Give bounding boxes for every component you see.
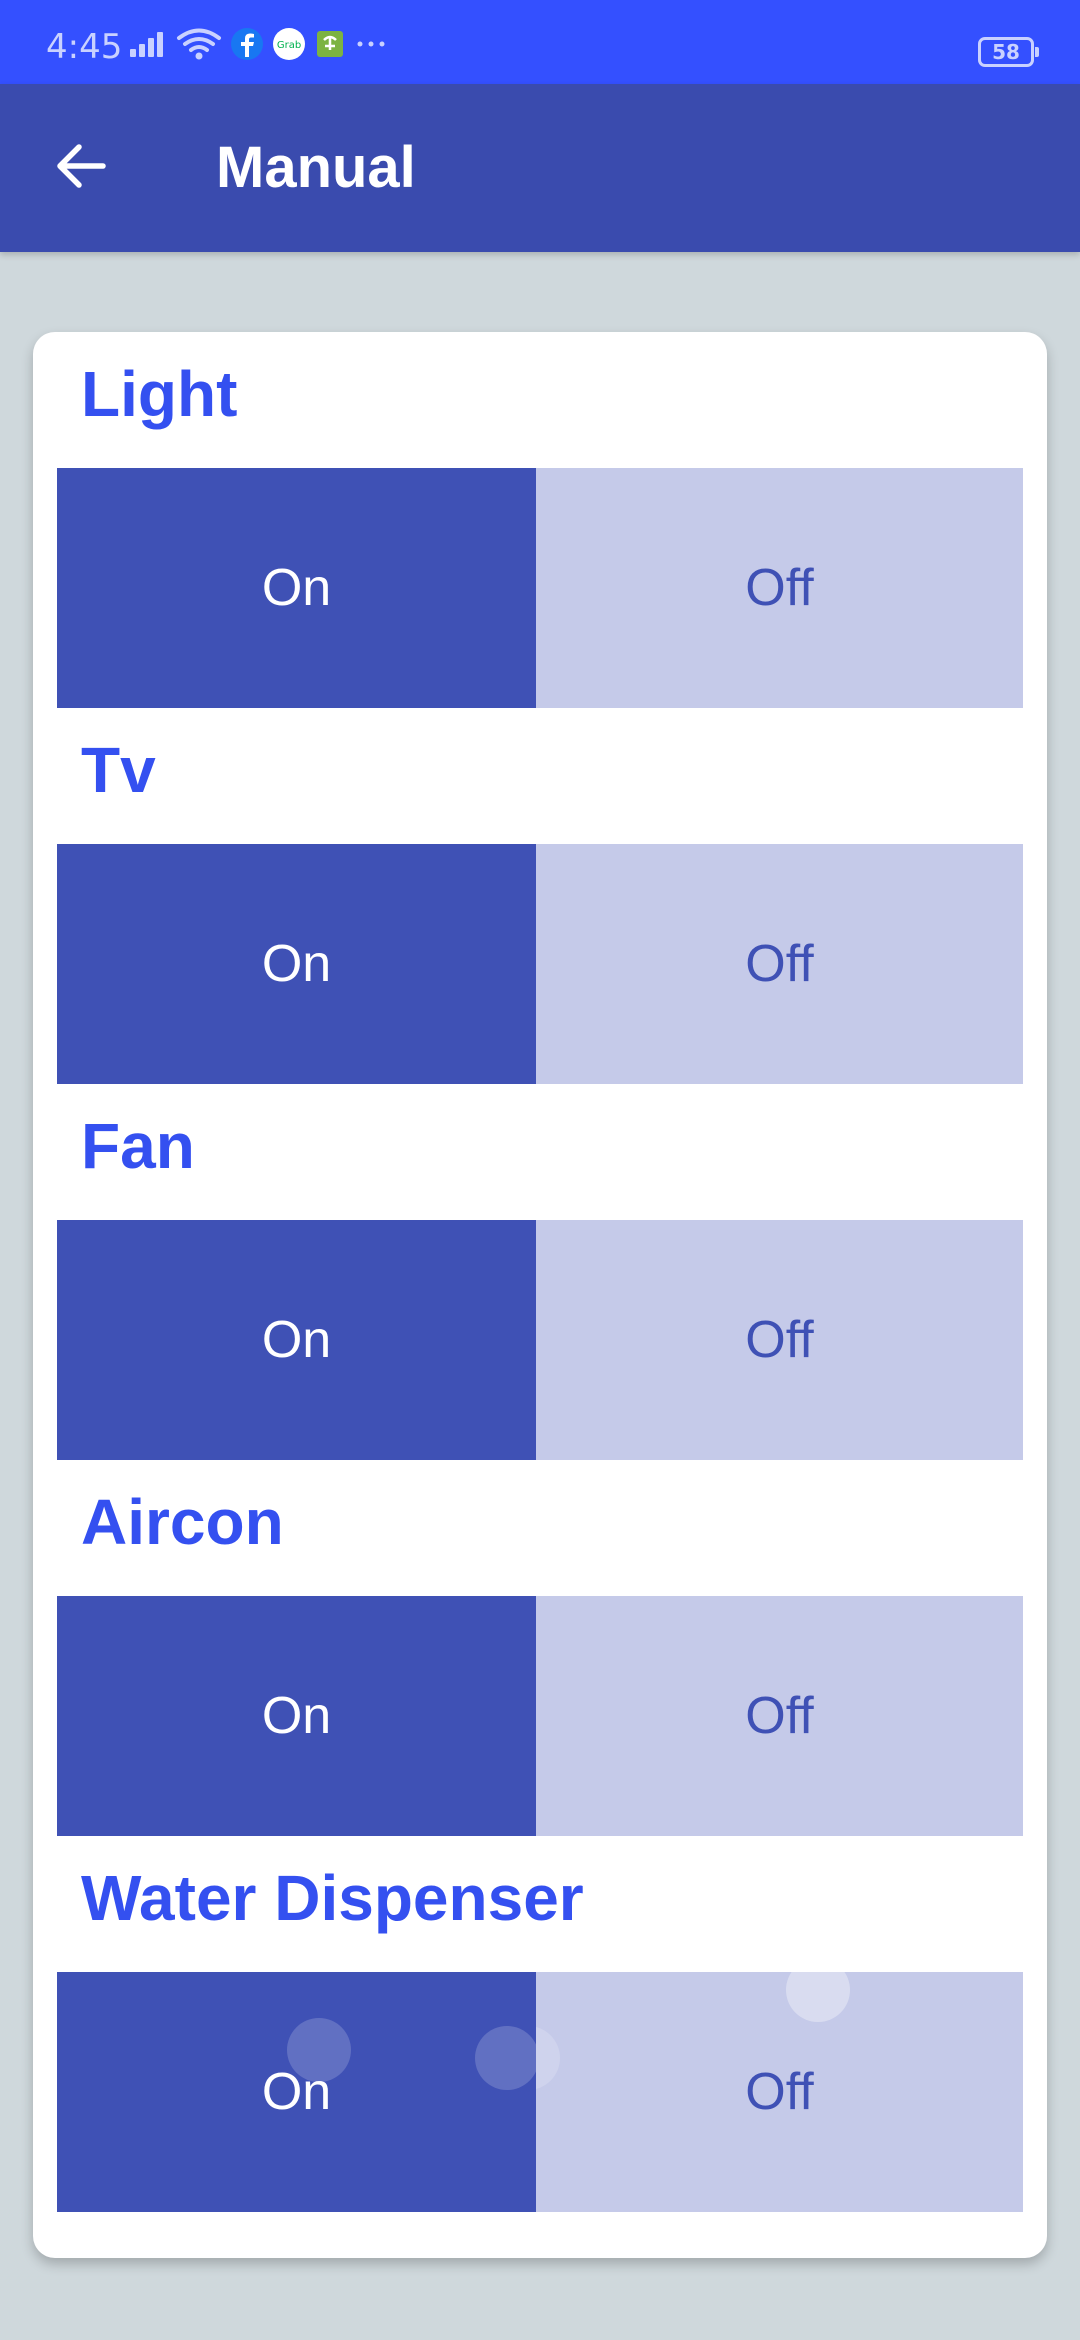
battery-indicator: 58 [978, 37, 1039, 67]
off-label: Off [745, 935, 814, 993]
device-light: Light On Off [57, 332, 1023, 708]
off-label: Off [745, 2063, 814, 2121]
off-button[interactable]: Off [536, 1596, 1023, 1836]
device-title: Fan [81, 1110, 195, 1182]
status-time: 4:45 [46, 27, 123, 67]
on-button[interactable]: On [57, 844, 536, 1084]
on-button[interactable]: On [57, 468, 536, 708]
on-button[interactable]: On [57, 1220, 536, 1460]
off-button[interactable]: Off [536, 468, 1023, 708]
app-notification-icon [316, 30, 344, 58]
page-title: Manual [216, 135, 416, 200]
off-label: Off [745, 1687, 814, 1745]
off-button[interactable]: Off [536, 844, 1023, 1084]
device-tv: Tv On Off [57, 708, 1023, 1084]
device-fan: Fan On Off [57, 1084, 1023, 1460]
device-aircon: Aircon On Off [57, 1460, 1023, 1836]
back-button[interactable] [40, 128, 120, 208]
on-label: On [261, 935, 332, 993]
device-title: Light [81, 358, 238, 430]
on-label: On [261, 559, 332, 617]
toggle-group: On Off [57, 1220, 1023, 1460]
touch-ripple [536, 2026, 560, 2090]
toggle-group: On Off [57, 1596, 1023, 1836]
toggle-group: On Off [57, 1972, 1023, 2212]
status-bar: 4:45 Grab 58 [0, 0, 1080, 84]
on-label: On [261, 1311, 332, 1369]
off-label: Off [745, 1311, 814, 1369]
off-button[interactable]: Off [536, 1220, 1023, 1460]
on-label: On [261, 2063, 332, 2121]
device-control-card: Light On Off Tv On Off Fan On Off Aircon… [33, 332, 1047, 2258]
wifi-icon [176, 27, 222, 61]
touch-ripple [786, 1972, 850, 2022]
app-bar: Manual [0, 84, 1080, 252]
more-dots-icon [356, 39, 386, 49]
device-title: Aircon [81, 1486, 284, 1558]
on-label: On [261, 1687, 332, 1745]
facebook-icon [230, 27, 264, 61]
off-button[interactable]: Off [536, 1972, 1023, 2212]
status-icons: Grab [128, 26, 386, 62]
touch-ripple [475, 2026, 536, 2090]
on-button[interactable]: On [57, 1596, 536, 1836]
grab-icon: Grab [272, 27, 306, 61]
svg-text:Grab: Grab [277, 40, 301, 51]
device-water-dispenser: Water Dispenser On Off [57, 1836, 1023, 2212]
toggle-group: On Off [57, 844, 1023, 1084]
off-label: Off [745, 559, 814, 617]
device-title: Tv [81, 734, 156, 806]
arrow-back-icon [53, 139, 107, 197]
device-title: Water Dispenser [81, 1862, 584, 1934]
on-button[interactable]: On [57, 1972, 536, 2212]
signal-icon [128, 29, 168, 59]
toggle-group: On Off [57, 468, 1023, 708]
